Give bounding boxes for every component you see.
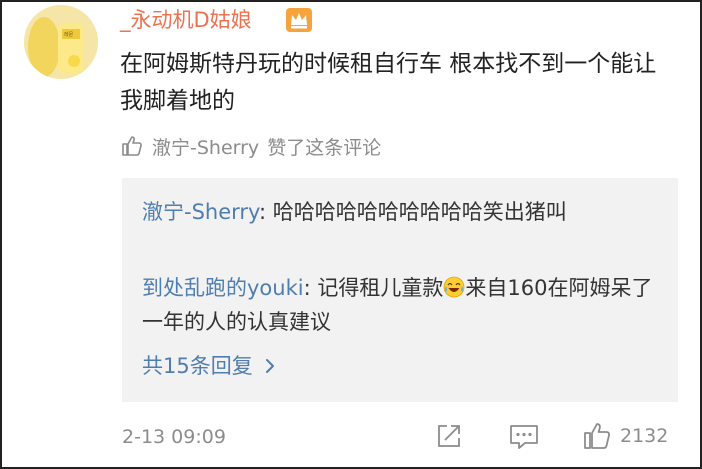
- reply-author[interactable]: 到处乱跑的youki: [142, 276, 304, 300]
- comment-button[interactable]: [508, 420, 540, 452]
- reply-separator: :: [258, 200, 273, 224]
- reply-item: 到处乱跑的youki: 记得租儿童款 来自160在阿姆呆了一年的人的认真建议: [142, 271, 662, 339]
- like-button[interactable]: 2132: [582, 420, 668, 452]
- reply-text: 记得租儿童款: [317, 276, 444, 300]
- share-icon: [438, 425, 460, 447]
- reply-box: 澈宁-Sherry: 哈哈哈哈哈哈哈哈哈哈笑出猪叫 到处乱跑的youki: 记得…: [122, 178, 678, 402]
- liked-suffix: 赞了这条评论: [267, 136, 382, 159]
- share-button[interactable]: [434, 420, 464, 452]
- thumbs-up-icon: [122, 136, 142, 156]
- comment-icon: [510, 425, 538, 449]
- reply-text: 哈哈哈哈哈哈哈哈哈哈笑出猪叫: [272, 200, 567, 224]
- avatar[interactable]: 레몬: [24, 5, 98, 79]
- liker-name[interactable]: 澈宁-Sherry: [152, 133, 259, 160]
- username[interactable]: _永动机D姑娘: [120, 6, 252, 34]
- more-replies-link[interactable]: 共15条回复: [142, 350, 277, 382]
- more-replies-label: 共15条回复: [142, 354, 253, 378]
- like-count: 2132: [620, 425, 669, 447]
- laughing-crying-emoji-icon: [443, 276, 465, 298]
- svg-text:레몬: 레몬: [64, 31, 74, 38]
- crown-icon[interactable]: [285, 7, 313, 33]
- liked-by-row: 澈宁-Sherry 赞了这条评论: [120, 132, 381, 160]
- comment-text: 在阿姆斯特丹玩的时候租自行车 根本找不到一个能让我脚着地的: [120, 51, 657, 114]
- thumbs-up-icon: [584, 423, 611, 449]
- reply-author[interactable]: 澈宁-Sherry: [142, 200, 259, 224]
- reply-item: 澈宁-Sherry: 哈哈哈哈哈哈哈哈哈哈笑出猪叫: [142, 195, 662, 229]
- chevron-right-icon: [265, 359, 274, 373]
- reply-separator: :: [303, 276, 318, 300]
- timestamp: 2-13 09:09: [122, 426, 226, 448]
